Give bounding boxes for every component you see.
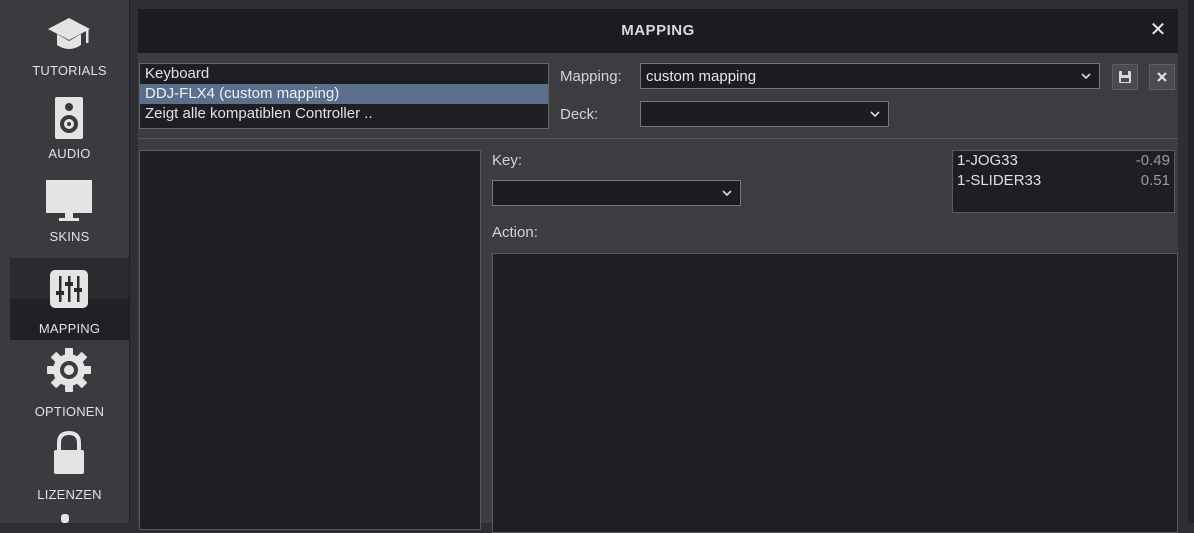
chevron-down-icon [1081, 73, 1091, 80]
sidebar-item-label: SKINS [49, 229, 90, 244]
monitor-control-value: 0.51 [1140, 172, 1170, 189]
graduation-cap-icon [48, 18, 90, 49]
sidebar-item-mapping[interactable]: MAPPING [10, 258, 129, 340]
action-editor[interactable] [492, 253, 1178, 533]
sidebar-item-audio[interactable]: AUDIO [10, 83, 129, 165]
sidebar-item-label: AUDIO [48, 146, 91, 161]
key-list[interactable] [139, 150, 481, 530]
sidebar-item-tutorials[interactable]: TUTORIALS [10, 0, 129, 82]
close-icon: ✕ [1149, 19, 1167, 41]
save-mapping-button[interactable] [1112, 64, 1138, 90]
monitor-control-name: 1-SLIDER33 [957, 172, 1042, 189]
divider [138, 138, 1178, 139]
key-label: Key: [492, 152, 523, 169]
mapping-select-value: custom mapping [646, 68, 757, 85]
lock-icon [54, 430, 84, 474]
sliders-icon [50, 270, 88, 308]
partial-nav-icon [61, 514, 69, 523]
monitor-control-name: 1-JOG33 [957, 152, 1018, 169]
chevron-down-icon [722, 190, 732, 197]
page-title: MAPPING [621, 22, 695, 39]
deck-select[interactable] [640, 101, 889, 127]
controller-item-ddj-flx4[interactable]: DDJ-FLX4 (custom mapping) [140, 84, 548, 104]
gear-icon [47, 348, 91, 392]
monitor-row: 1-JOG33 -0.49 [953, 152, 1174, 172]
sidebar-item-skins[interactable]: SKINS [10, 166, 129, 248]
action-label: Action: [492, 224, 538, 241]
controller-item-keyboard[interactable]: Keyboard [140, 64, 548, 84]
sidebar-item-lizenzen[interactable]: LIZENZEN [10, 424, 129, 506]
controller-list[interactable]: Keyboard DDJ-FLX4 (custom mapping) Zeigt… [139, 63, 549, 129]
mapping-label: Mapping: [560, 68, 622, 85]
sidebar-item-label: LIZENZEN [37, 487, 102, 502]
sidebar-item-optionen[interactable]: OPTIONEN [10, 341, 129, 423]
floppy-disk-icon [1119, 71, 1131, 83]
deck-label: Deck: [560, 106, 599, 123]
input-monitor: 1-JOG33 -0.49 1-SLIDER33 0.51 [952, 150, 1175, 213]
background-edge [1188, 0, 1194, 523]
sidebar: TUTORIALS AUDIO SKINS MAPPING OPTIONEN L… [0, 0, 130, 523]
close-icon [1157, 72, 1167, 82]
close-button[interactable]: ✕ [1148, 20, 1168, 40]
mapping-panel: MAPPING ✕ Keyboard DDJ-FLX4 (custom mapp… [138, 9, 1178, 533]
chevron-down-icon [870, 111, 880, 118]
monitor-row: 1-SLIDER33 0.51 [953, 172, 1174, 192]
title-bar: MAPPING ✕ [138, 9, 1178, 53]
sidebar-divider [129, 0, 130, 523]
controller-item-show-all[interactable]: Zeigt alle kompatiblen Controller .. [140, 104, 548, 124]
sidebar-item-label: OPTIONEN [34, 404, 105, 419]
speaker-icon [55, 97, 83, 139]
mapping-select[interactable]: custom mapping [640, 63, 1100, 89]
delete-mapping-button[interactable] [1149, 64, 1175, 90]
sidebar-item-label: MAPPING [38, 321, 101, 336]
monitor-icon [46, 180, 92, 221]
monitor-control-value: -0.49 [1135, 152, 1170, 169]
key-select[interactable] [492, 180, 741, 206]
sidebar-item-label: TUTORIALS [32, 63, 107, 78]
